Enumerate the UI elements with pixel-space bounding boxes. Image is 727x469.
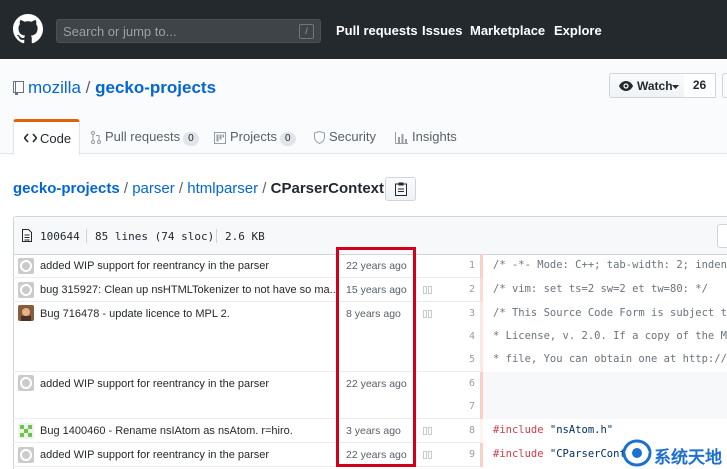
- file-icon: [22, 229, 32, 242]
- breadcrumb-htmlparser-link[interactable]: htmlparser: [187, 180, 258, 197]
- breadcrumb-separator: /: [178, 180, 184, 197]
- code-line: * License, v. 2.0. If a copy of the M: [493, 330, 727, 342]
- watermark-logo-icon: [622, 439, 652, 467]
- commit-message[interactable]: Bug 716478 - update licence to MPL 2.: [40, 308, 230, 320]
- include-keyword: #include: [493, 448, 544, 460]
- watch-count[interactable]: 26: [684, 73, 716, 98]
- breadcrumb-root-link[interactable]: gecko-projects: [13, 180, 120, 197]
- github-logo-icon[interactable]: [13, 14, 43, 44]
- blame-heat-bar: [480, 419, 483, 443]
- default-avatar-icon[interactable]: [18, 282, 34, 298]
- default-avatar-icon[interactable]: [18, 375, 34, 391]
- code-line: /* vim: set ts=2 sw=2 et tw=80: */: [493, 283, 708, 295]
- line-number[interactable]: 6: [443, 378, 475, 389]
- photo-avatar-icon[interactable]: [18, 305, 34, 321]
- repo-title-separator: /: [85, 78, 91, 97]
- file-mode: 100644: [40, 230, 80, 243]
- repo-header: mozilla / gecko-projects Watch 26 Code P…: [0, 59, 727, 155]
- nav-pull-requests[interactable]: Pull requests: [336, 23, 418, 38]
- line-number[interactable]: 4: [443, 331, 475, 342]
- commit-message[interactable]: added WIP support for reentrancy in the …: [40, 260, 269, 272]
- line-number[interactable]: 9: [443, 449, 475, 460]
- commit-message[interactable]: added WIP support for reentrancy in the …: [40, 378, 269, 390]
- reblame-icon[interactable]: [423, 286, 433, 294]
- breadcrumb: gecko-projects / parser / htmlparser / C…: [13, 180, 415, 197]
- include-keyword: #include: [493, 424, 544, 436]
- repo-name-link[interactable]: gecko-projects: [95, 78, 216, 97]
- project-icon: [214, 131, 226, 144]
- tab-projects-label: Projects: [230, 129, 277, 144]
- graph-icon: [395, 131, 408, 144]
- search-input[interactable]: [63, 22, 293, 40]
- line-number[interactable]: 2: [443, 284, 475, 295]
- reblame-icon[interactable]: [423, 451, 433, 459]
- code-line: /* This Source Code Form is subject to: [493, 307, 727, 319]
- tab-security[interactable]: Security: [314, 129, 376, 154]
- pull-request-icon: [91, 131, 101, 145]
- breadcrumb-separator: /: [262, 180, 267, 197]
- file-lines: 85 lines (74 sloc): [95, 230, 215, 243]
- tab-pull-requests[interactable]: Pull requests 0: [91, 129, 199, 154]
- default-avatar-icon[interactable]: [18, 258, 34, 274]
- breadcrumb-separator: /: [123, 180, 129, 197]
- blame-heat-bar: [480, 254, 483, 278]
- age-column-highlight: [336, 247, 416, 467]
- repo-owner-link[interactable]: mozilla: [28, 78, 81, 97]
- header-divider: [216, 229, 217, 243]
- copy-path-button[interactable]: [385, 177, 416, 201]
- code-line: /* -*- Mode: C++; tab-width: 2; indent: [493, 259, 727, 271]
- eye-icon: [619, 81, 633, 91]
- line-number[interactable]: 5: [443, 354, 475, 365]
- blame-heat-bar: [480, 302, 483, 372]
- tab-pull-requests-label: Pull requests: [105, 129, 181, 144]
- default-avatar-icon[interactable]: [18, 447, 34, 463]
- nav-marketplace[interactable]: Marketplace: [470, 23, 545, 38]
- include-path: "nsAtom.h": [549, 424, 614, 436]
- tab-code[interactable]: Code: [13, 119, 80, 155]
- tab-insights[interactable]: Insights: [395, 129, 457, 154]
- code-icon: [24, 133, 37, 143]
- green-identicon-icon[interactable]: [18, 423, 34, 439]
- projects-count: 0: [279, 132, 296, 146]
- tab-code-label: Code: [40, 131, 72, 146]
- header-divider: [86, 229, 87, 243]
- pull-requests-count: 0: [183, 132, 199, 146]
- global-header: / Pull requests Issues Marketplace Explo…: [0, 0, 727, 59]
- commit-message[interactable]: bug 315927: Clean up nsHTMLTokenizer to …: [40, 284, 339, 296]
- watch-button[interactable]: Watch: [609, 73, 685, 98]
- repo-icon: [13, 81, 24, 95]
- code-line: #include "CParserCont: [493, 448, 626, 460]
- include-path: "CParserCont: [549, 448, 626, 460]
- nav-issues[interactable]: Issues: [422, 23, 462, 38]
- search-box[interactable]: /: [56, 19, 321, 43]
- clipboard-icon: [395, 182, 407, 196]
- code-line: #include "nsAtom.h": [493, 424, 613, 436]
- line-number[interactable]: 8: [443, 425, 475, 436]
- breadcrumb-parser-link[interactable]: parser: [132, 180, 175, 197]
- watermark-text: 系统天地: [654, 448, 722, 468]
- line-number[interactable]: 3: [443, 308, 475, 319]
- blame-heat-bar: [480, 443, 483, 467]
- commit-message[interactable]: Bug 1400460 - Rename nsIAtom as nsAtom. …: [40, 425, 293, 437]
- tab-insights-label: Insights: [412, 129, 457, 144]
- reblame-icon[interactable]: [423, 310, 433, 318]
- watch-label: Watch: [637, 79, 673, 93]
- reblame-icon[interactable]: [423, 427, 433, 435]
- star-button[interactable]: [722, 73, 727, 98]
- line-number[interactable]: 7: [443, 401, 475, 412]
- tab-projects[interactable]: Projects 0: [214, 129, 296, 154]
- blank-code-region: [483, 372, 727, 419]
- commit-message[interactable]: added WIP support for reentrancy in the …: [40, 449, 269, 461]
- slash-shortcut-hint: /: [299, 24, 314, 39]
- nav-explore[interactable]: Explore: [554, 23, 602, 38]
- repo-title: mozilla / gecko-projects: [28, 78, 216, 98]
- line-number[interactable]: 1: [443, 260, 475, 271]
- code-line: * file, You can obtain one at http://: [493, 353, 727, 365]
- caret-down-icon: [672, 85, 679, 89]
- raw-button[interactable]: [717, 224, 727, 248]
- file-size: 2.6 KB: [225, 230, 265, 243]
- shield-icon: [314, 131, 325, 145]
- blame-heat-bar: [480, 278, 483, 302]
- tab-security-label: Security: [329, 129, 376, 144]
